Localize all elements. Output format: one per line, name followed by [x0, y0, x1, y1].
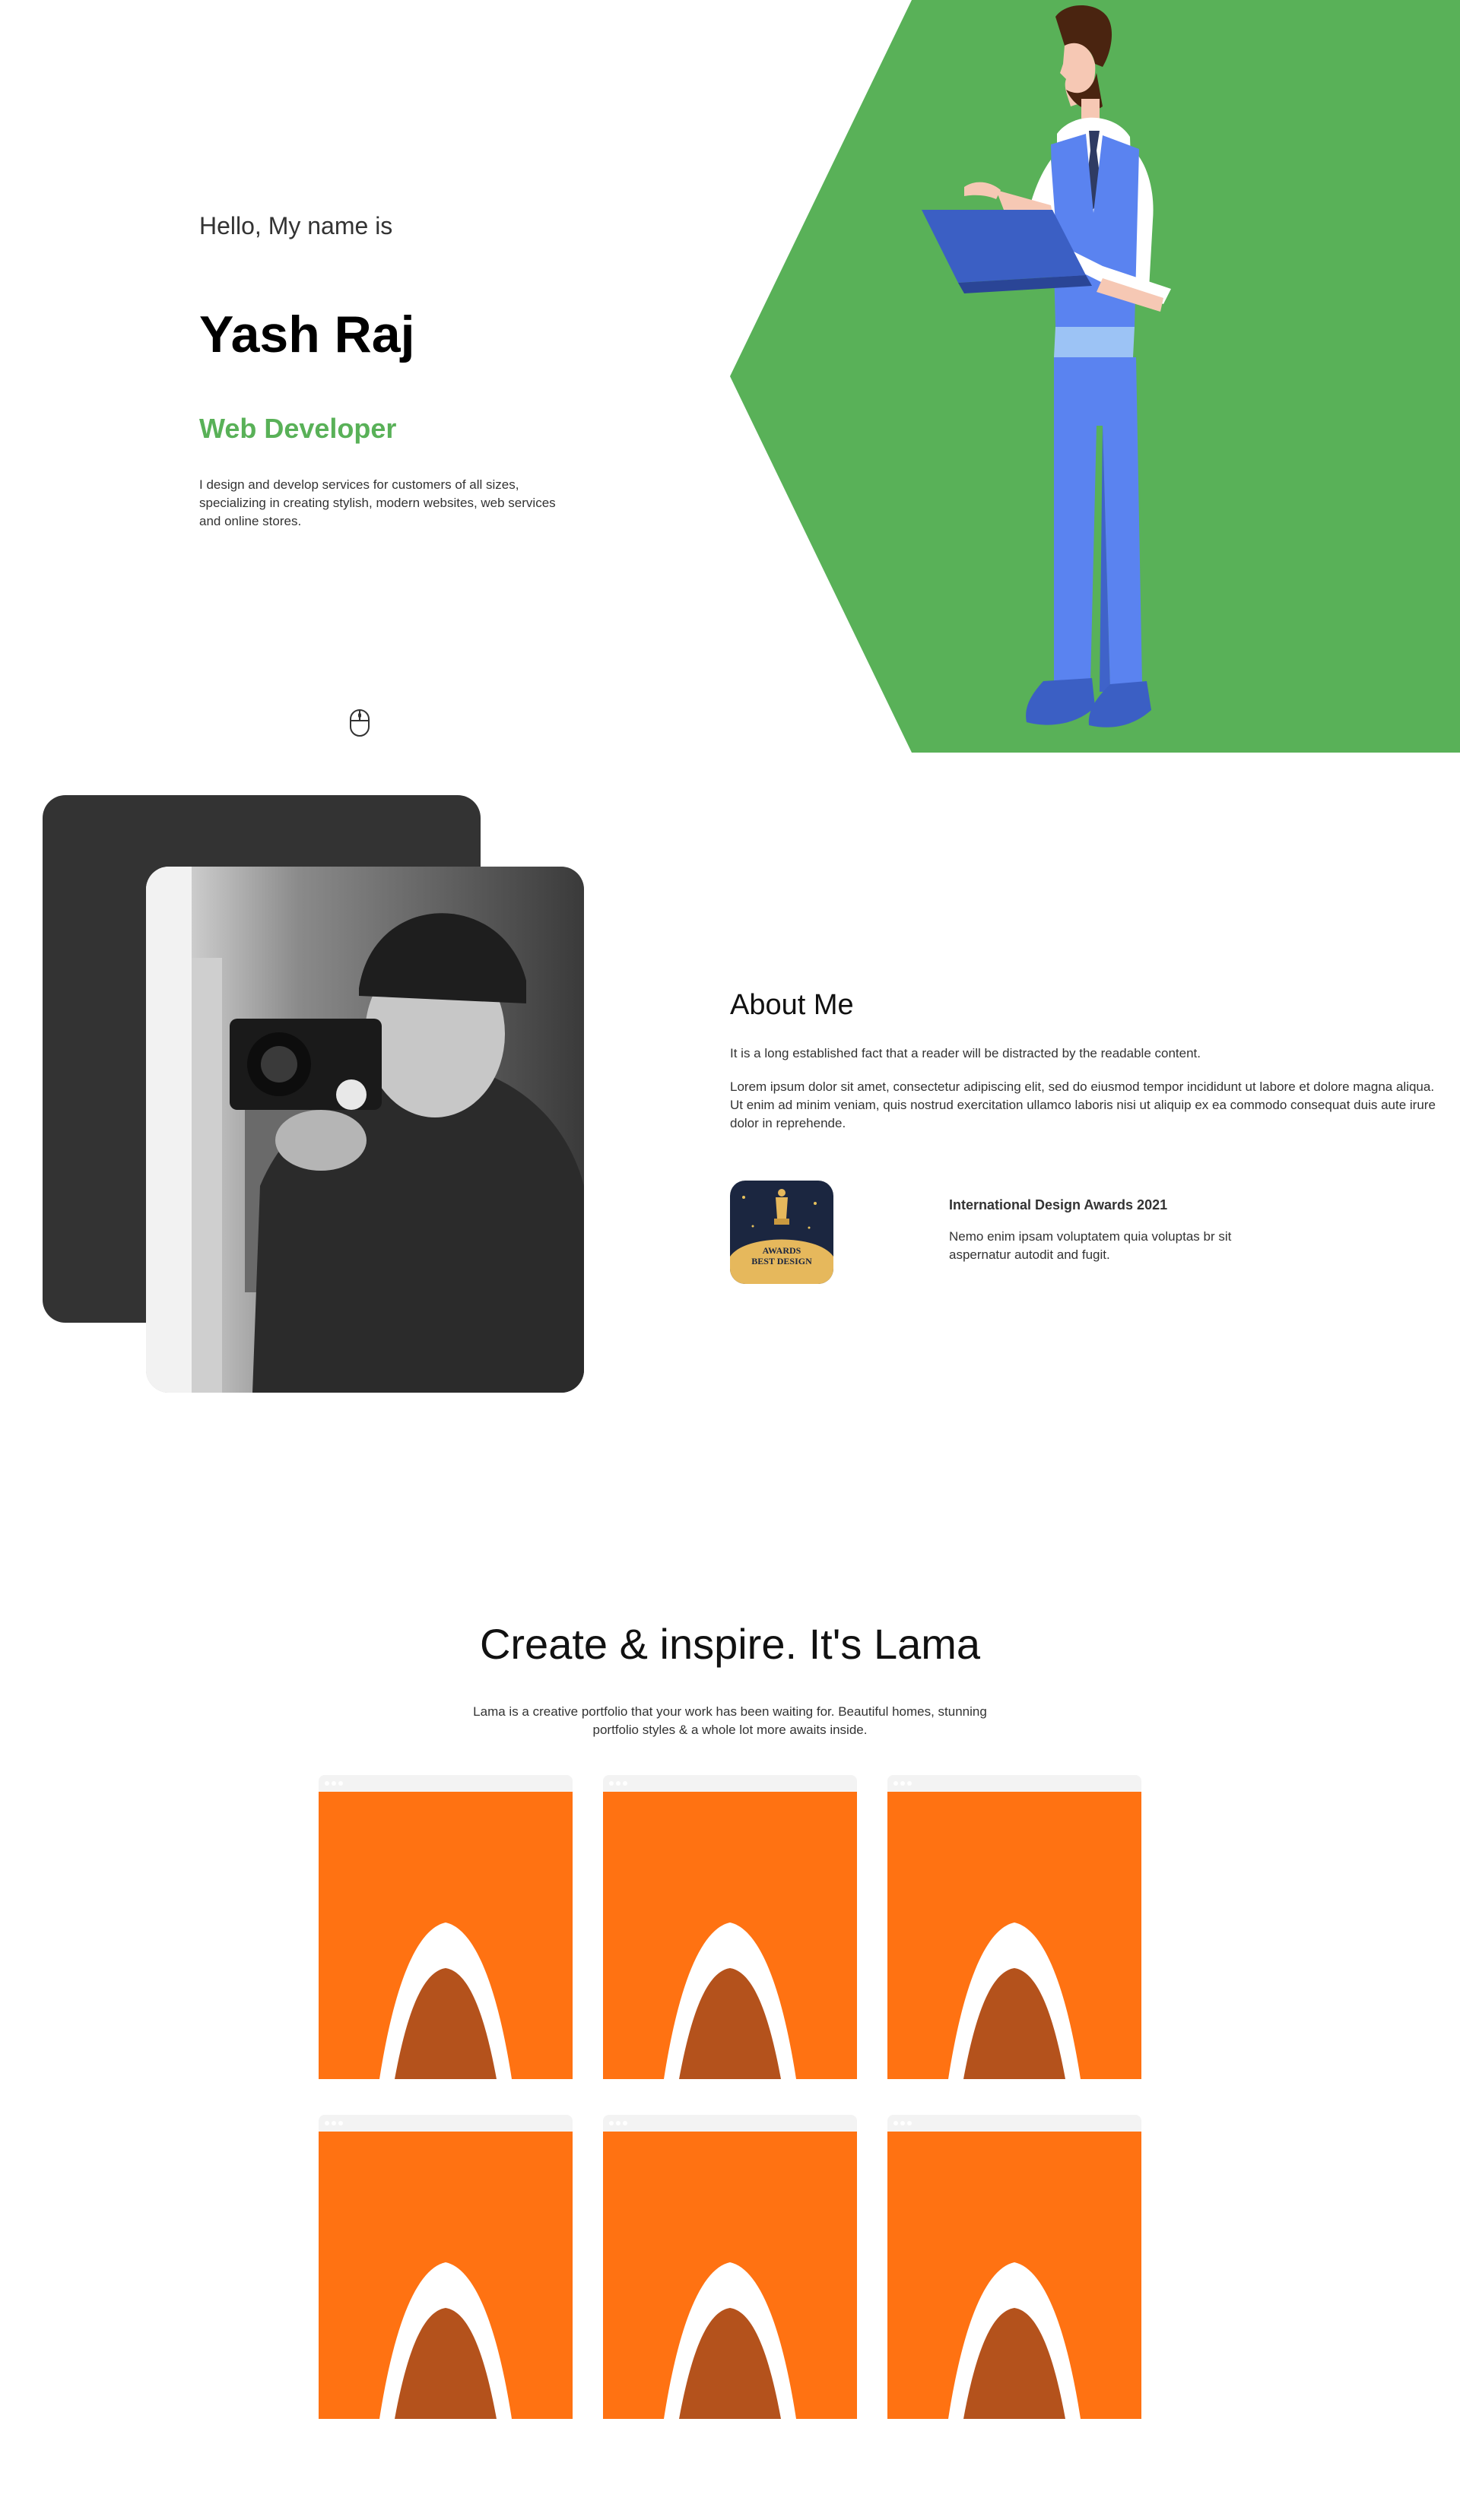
- browser-dot-icon: [332, 1781, 336, 1786]
- photographer-photo: [146, 867, 584, 1393]
- product-card[interactable]: [887, 2115, 1141, 2419]
- product-card[interactable]: [319, 2115, 573, 2419]
- about-subtitle: It is a long established fact that a rea…: [730, 1045, 1201, 1060]
- award-badge-line1: AWARDS: [763, 1245, 801, 1256]
- intro-text: Hello, My name is Yash Raj Web Developer…: [199, 211, 625, 531]
- award-description: Nemo enim ipsam voluptatem quia voluptas…: [949, 1228, 1232, 1262]
- product-image: [887, 1792, 1141, 2079]
- browser-dot-icon: [325, 2121, 329, 2125]
- browser-bar: [319, 1775, 573, 1792]
- browser-dot-icon: [900, 2121, 905, 2125]
- product-list-description: Lama is a creative portfolio that your w…: [473, 1704, 987, 1737]
- product-image: [887, 2132, 1141, 2419]
- intro-name: Yash Raj: [199, 306, 415, 364]
- browser-dot-icon: [623, 2121, 627, 2125]
- browser-dot-icon: [609, 1781, 614, 1786]
- intro-description: I design and develop services for custom…: [199, 477, 556, 529]
- browser-bar: [603, 1775, 857, 1792]
- product-image: [319, 1792, 573, 2079]
- intro-role: Web Developer: [199, 413, 397, 445]
- about-title: About Me: [730, 989, 854, 1021]
- product-card[interactable]: [319, 1775, 573, 2079]
- product-image: [319, 2132, 573, 2419]
- browser-dot-icon: [616, 2121, 620, 2125]
- about-description: Lorem ipsum dolor sit amet, consectetur …: [730, 1079, 1436, 1130]
- browser-dot-icon: [907, 1781, 912, 1786]
- browser-dot-icon: [907, 2121, 912, 2125]
- browser-dot-icon: [338, 1781, 343, 1786]
- mouse-scroll-icon[interactable]: [348, 708, 371, 737]
- browser-bar: [887, 1775, 1141, 1792]
- product-list-title: Create & inspire. It's Lama: [479, 1620, 981, 1668]
- browser-bar: [603, 2115, 857, 2132]
- browser-dot-icon: [893, 1781, 898, 1786]
- product-card[interactable]: [887, 1775, 1141, 2079]
- award-badge-line2: BEST DESIGN: [751, 1256, 812, 1266]
- intro-greeting: Hello, My name is: [199, 212, 393, 239]
- browser-dot-icon: [609, 2121, 614, 2125]
- browser-dot-icon: [616, 1781, 620, 1786]
- award-text: International Design Awards 2021 Nemo en…: [949, 1197, 1268, 1264]
- award: AWARDS BEST DESIGN International Design …: [730, 1181, 1414, 1284]
- product-card[interactable]: [603, 1775, 857, 2079]
- browser-dot-icon: [338, 2121, 343, 2125]
- intro-section: Hello, My name is Yash Raj Web Developer…: [0, 0, 1460, 753]
- browser-dot-icon: [900, 1781, 905, 1786]
- browser-bar: [319, 2115, 573, 2132]
- award-title: International Design Awards 2021: [949, 1197, 1168, 1212]
- browser-dot-icon: [332, 2121, 336, 2125]
- browser-dot-icon: [325, 1781, 329, 1786]
- product-image: [603, 2132, 857, 2419]
- product-card[interactable]: [603, 2115, 857, 2419]
- about-text: About Me It is a long established fact t…: [730, 988, 1441, 1133]
- browser-dot-icon: [623, 1781, 627, 1786]
- developer-illustration: [922, 5, 1171, 727]
- award-badge-image: AWARDS BEST DESIGN: [730, 1181, 833, 1284]
- browser-bar: [887, 2115, 1141, 2132]
- browser-dot-icon: [893, 2121, 898, 2125]
- product-image: [603, 1792, 857, 2079]
